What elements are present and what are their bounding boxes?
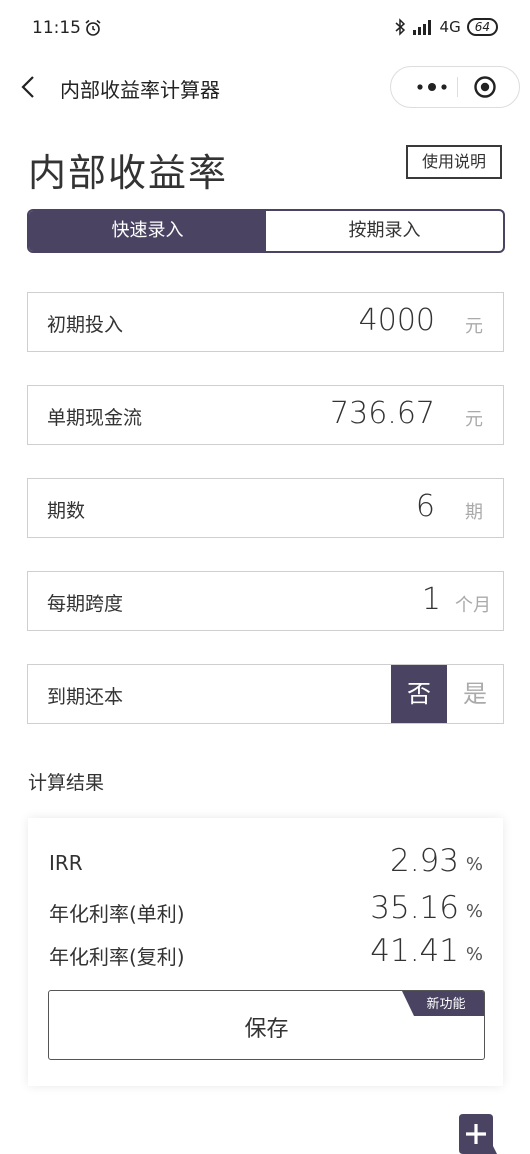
principal-at-maturity-field: 到期还本 否 是 [27, 664, 504, 724]
tab-period-entry[interactable]: 按期录入 [266, 211, 503, 251]
new-feature-badge: 新功能 [402, 991, 484, 1016]
status-time: 11:15 [32, 18, 81, 38]
result-row-simple-rate: 年化利率(单利) 35.16 % [49, 890, 485, 930]
initial-investment-field[interactable]: 初期投入 4000 元 [27, 292, 504, 352]
option-no[interactable]: 否 [391, 665, 447, 723]
periods-field[interactable]: 期数 6 期 [27, 478, 504, 538]
option-yes[interactable]: 是 [447, 665, 503, 723]
status-bar: 11:15 4G 64 [0, 0, 530, 60]
nav-bar: 内部收益率计算器 [0, 60, 530, 112]
field-label: 期数 [47, 500, 86, 522]
help-button[interactable]: 使用说明 [406, 145, 502, 179]
field-unit: 期 [465, 502, 483, 523]
results-card: IRR 2.93 % 年化利率(单利) 35.16 % 年化利率(复利) 41.… [28, 818, 503, 1086]
add-icon[interactable] [455, 1112, 497, 1154]
result-unit: % [465, 901, 483, 922]
results-heading: 计算结果 [28, 772, 105, 794]
result-unit: % [465, 854, 483, 875]
field-label: 初期投入 [47, 314, 124, 336]
period-span-input[interactable]: 1 [422, 582, 441, 617]
result-label: IRR [49, 851, 83, 875]
input-mode-tabs: 快速录入 按期录入 [27, 209, 505, 253]
field-unit: 元 [465, 409, 483, 430]
more-icon[interactable] [409, 67, 455, 107]
field-label: 单期现金流 [47, 407, 143, 429]
status-indicators: 4G 64 [394, 18, 498, 36]
back-icon[interactable] [20, 74, 36, 100]
nav-title: 内部收益率计算器 [60, 78, 220, 102]
result-unit: % [465, 944, 483, 965]
initial-investment-input[interactable]: 4000 [359, 303, 435, 338]
network-type: 4G [439, 18, 461, 36]
page-title: 内部收益率 [28, 151, 229, 195]
cashflow-input[interactable]: 736.67 [330, 396, 435, 431]
result-value: 41.41 [370, 933, 459, 969]
signal-icon [412, 20, 431, 35]
cashflow-field[interactable]: 单期现金流 736.67 元 [27, 385, 504, 445]
battery-indicator: 64 [466, 18, 498, 36]
field-label: 到期还本 [47, 686, 124, 708]
result-label: 年化利率(单利) [49, 902, 185, 926]
target-icon[interactable] [473, 75, 497, 99]
save-button[interactable]: 保存 新功能 [48, 990, 485, 1060]
alarm-icon [85, 19, 101, 36]
field-unit: 元 [465, 316, 483, 337]
mini-program-capsule [390, 66, 520, 108]
result-row-irr: IRR 2.93 % [49, 843, 485, 883]
field-unit: 个月 [455, 595, 491, 616]
result-value: 2.93 [389, 843, 459, 879]
bluetooth-icon [395, 18, 405, 36]
tab-quick-entry[interactable]: 快速录入 [29, 211, 266, 251]
capsule-divider [457, 77, 458, 97]
result-row-compound-rate: 年化利率(复利) 41.41 % [49, 933, 485, 973]
principal-toggle: 否 是 [391, 665, 503, 723]
field-label: 每期跨度 [47, 593, 124, 615]
result-label: 年化利率(复利) [49, 945, 185, 969]
new-feature-badge-text: 新功能 [426, 996, 465, 1012]
result-value: 35.16 [370, 890, 459, 926]
period-span-field[interactable]: 每期跨度 1 个月 [27, 571, 504, 631]
periods-input[interactable]: 6 [416, 489, 435, 524]
